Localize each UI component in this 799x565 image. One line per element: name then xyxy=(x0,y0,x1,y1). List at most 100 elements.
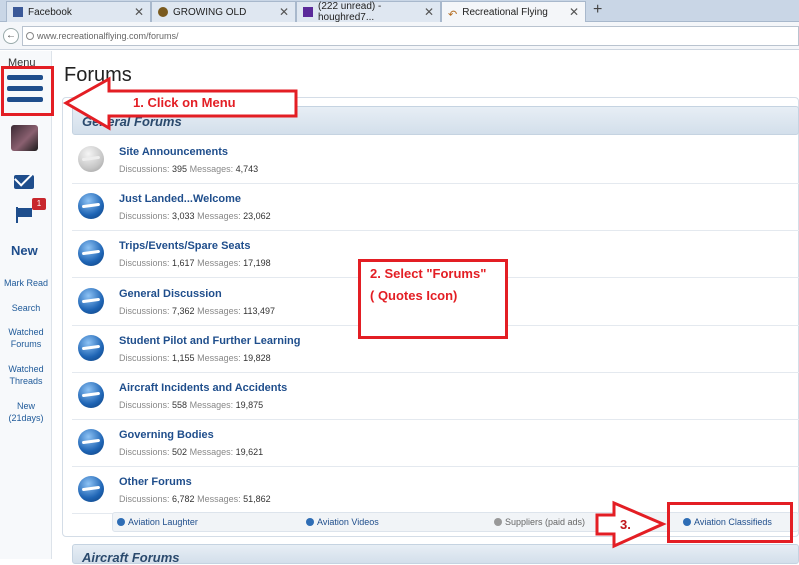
forum-stats: Discussions: 558 Messages: 19,875 xyxy=(119,400,263,410)
tab-facebook[interactable]: Facebook ✕ xyxy=(6,1,151,22)
sidebar-new-label[interactable]: New xyxy=(11,243,38,258)
discussions-label: Discussions: xyxy=(119,258,170,268)
address-bar: ← www.recreationalflying.com/forums/ xyxy=(0,22,799,50)
forum-status-icon xyxy=(78,240,104,266)
page-title: Forums xyxy=(64,64,132,86)
subforum-aviation-videos[interactable]: Aviation Videos xyxy=(306,517,379,527)
category-title: Aircraft Forums xyxy=(82,550,180,565)
close-icon[interactable]: ✕ xyxy=(134,5,144,19)
yahoo-mail-icon xyxy=(303,7,313,17)
discussions-label: Discussions: xyxy=(119,494,170,504)
forum-title[interactable]: Just Landed...Welcome xyxy=(119,193,241,205)
discussions-count: 1,155 xyxy=(172,353,195,363)
sidebar-link-watched-forums[interactable]: Watched Forums xyxy=(0,326,52,350)
recflying-icon: ↶ xyxy=(448,8,458,21)
avatar[interactable] xyxy=(11,125,38,151)
tab-recreational-flying[interactable]: ↶ Recreational Flying ✕ xyxy=(441,1,586,23)
category-header[interactable]: General Forums xyxy=(72,106,799,135)
forum-stats: Discussions: 7,362 Messages: 113,497 xyxy=(119,306,275,316)
messages-count: 4,743 xyxy=(235,164,259,174)
discussions-count: 3,033 xyxy=(172,211,195,221)
forum-title[interactable]: Aircraft Incidents and Accidents xyxy=(119,382,287,394)
forum-title[interactable]: Other Forums xyxy=(119,476,192,488)
flag-icon[interactable] xyxy=(16,207,34,223)
messages-label: Messages: xyxy=(197,258,241,268)
forum-row[interactable]: Governing Bodies Discussions: 502 Message… xyxy=(72,420,799,467)
messages-label: Messages: xyxy=(197,211,241,221)
tab-label: Recreational Flying xyxy=(462,7,548,18)
discussions-label: Discussions: xyxy=(119,353,170,363)
messages-label: Messages: xyxy=(197,494,241,504)
browser-tab-bar: Facebook ✕ GROWING OLD ✕ (222 unread) - … xyxy=(0,0,799,23)
forum-stats: Discussions: 502 Messages: 19,621 xyxy=(119,447,263,457)
forum-status-icon xyxy=(78,335,104,361)
tab-label: (222 unread) - houghred7... xyxy=(318,1,382,23)
messages-count: 19,875 xyxy=(235,400,264,410)
messages-label: Messages: xyxy=(197,306,241,316)
url-text: www.recreationalflying.com/forums/ xyxy=(37,31,179,41)
close-icon[interactable]: ✕ xyxy=(424,5,434,19)
new-tab-button[interactable]: + xyxy=(593,1,602,19)
annotation-box-classifieds xyxy=(667,502,793,543)
annotation-step2-line2: ( Quotes Icon) xyxy=(370,288,458,303)
facebook-icon xyxy=(13,7,23,17)
forum-status-icon xyxy=(78,476,104,502)
globe-icon xyxy=(26,32,34,40)
annotation-box-menu xyxy=(1,66,54,116)
tab-growing-old[interactable]: GROWING OLD ✕ xyxy=(151,1,296,22)
messages-label: Messages: xyxy=(189,447,234,457)
forum-bullet-icon xyxy=(494,518,502,526)
subforum-aviation-laughter[interactable]: Aviation Laughter xyxy=(117,517,198,527)
tab-label: GROWING OLD xyxy=(173,6,247,18)
category-header-aircraft[interactable]: Aircraft Forums xyxy=(72,544,799,565)
forum-stats: Discussions: 1,617 Messages: 17,198 xyxy=(119,258,271,268)
discussions-label: Discussions: xyxy=(119,400,170,410)
annotation-step3: 3. xyxy=(620,517,631,532)
forum-bullet-icon xyxy=(306,518,314,526)
sidebar-link-new-21days[interactable]: New (21days) xyxy=(0,400,52,424)
close-icon[interactable]: ✕ xyxy=(569,5,579,19)
close-icon[interactable]: ✕ xyxy=(279,5,289,19)
category-title: General Forums xyxy=(82,114,182,129)
forum-title[interactable]: Trips/Events/Spare Seats xyxy=(119,240,250,252)
forum-stats: Discussions: 3,033 Messages: 23,062 xyxy=(119,211,271,221)
forum-row[interactable]: Aircraft Incidents and Accidents Discussi… xyxy=(72,373,799,420)
discussions-count: 502 xyxy=(172,447,188,457)
sidebar-link-watched-threads[interactable]: Watched Threads xyxy=(0,363,52,387)
forum-title[interactable]: Student Pilot and Further Learning xyxy=(119,335,301,347)
forum-row[interactable]: Site Announcements Discussions: 395 Messa… xyxy=(72,137,799,184)
back-button[interactable]: ← xyxy=(3,28,19,44)
messages-count: 19,828 xyxy=(243,353,271,363)
messages-count: 23,062 xyxy=(243,211,271,221)
forum-stats: Discussions: 1,155 Messages: 19,828 xyxy=(119,353,271,363)
messages-count: 19,621 xyxy=(235,447,264,457)
envelope-icon[interactable] xyxy=(14,175,34,189)
forum-stats: Discussions: 395 Messages: 4,743 xyxy=(119,164,258,174)
messages-label: Messages: xyxy=(197,353,241,363)
discussions-count: 6,782 xyxy=(172,494,195,504)
annotation-step1: 1. Click on Menu xyxy=(133,95,236,110)
forum-status-icon xyxy=(78,382,104,408)
forum-title[interactable]: General Discussion xyxy=(119,288,222,300)
annotation-step2-line1: 2. Select "Forums" xyxy=(370,266,487,281)
forum-status-icon xyxy=(78,146,104,172)
subforum-suppliers[interactable]: Suppliers (paid ads) xyxy=(494,517,585,527)
discussions-count: 395 xyxy=(172,164,188,174)
discussions-label: Discussions: xyxy=(119,306,170,316)
messages-count: 17,198 xyxy=(243,258,271,268)
url-input[interactable]: www.recreationalflying.com/forums/ xyxy=(22,26,799,46)
forum-bullet-icon xyxy=(117,518,125,526)
forum-row[interactable]: Just Landed...Welcome Discussions: 3,033 … xyxy=(72,184,799,231)
messages-label: Messages: xyxy=(189,400,234,410)
forum-status-icon xyxy=(78,288,104,314)
discussions-count: 558 xyxy=(172,400,188,410)
discussions-count: 7,362 xyxy=(172,306,195,316)
forum-title[interactable]: Site Announcements xyxy=(119,146,228,158)
sidebar-link-mark-read[interactable]: Mark Read xyxy=(0,277,52,289)
forum-title[interactable]: Governing Bodies xyxy=(119,429,214,441)
discussions-count: 1,617 xyxy=(172,258,195,268)
notification-badge: 1 xyxy=(32,198,46,210)
tab-yahoo-mail[interactable]: (222 unread) - houghred7... ✕ xyxy=(296,1,441,23)
sidebar-link-search[interactable]: Search xyxy=(0,302,52,314)
forum-status-icon xyxy=(78,193,104,219)
